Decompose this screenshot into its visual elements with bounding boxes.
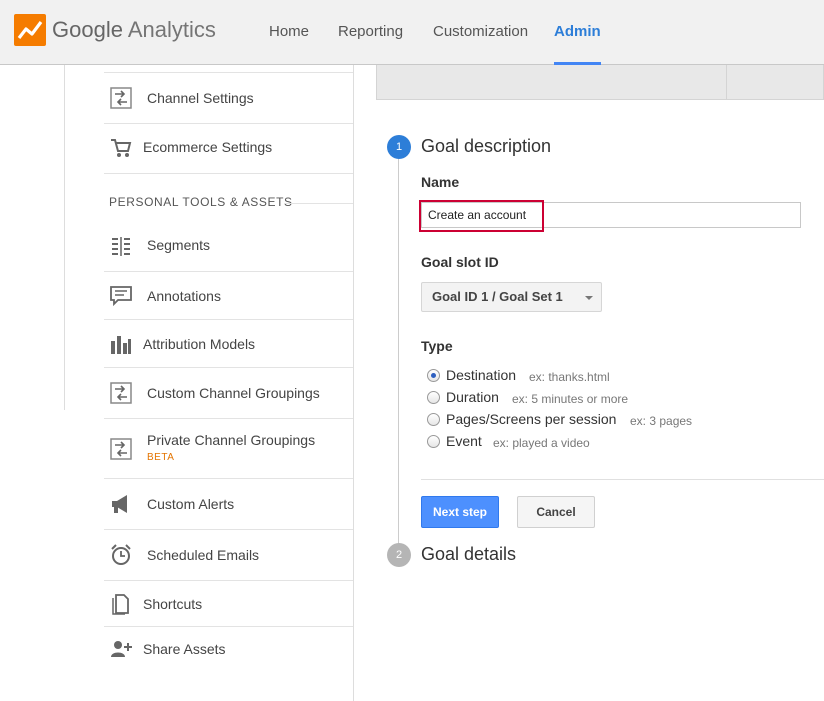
next-step-button[interactable]: Next step (421, 496, 499, 528)
sidebar-item-custom-alerts[interactable]: Custom Alerts (104, 479, 353, 530)
type-option-example: ex: 3 pages (630, 414, 693, 428)
sidebar-item-share-assets[interactable]: Share Assets (104, 627, 353, 673)
type-option-example: ex: played a video (493, 436, 590, 450)
sidebar-item-custom-channel-groupings[interactable]: Custom Channel Groupings (104, 368, 353, 419)
bar-chart-icon (111, 336, 131, 354)
type-option-example: ex: thanks.html (529, 370, 610, 384)
sidebar-item-label: Share Assets (143, 641, 226, 657)
step-2-indicator: 2 (387, 543, 411, 567)
sidebar-item-attribution-models[interactable]: Attribution Models (104, 320, 353, 368)
goal-slot-select[interactable]: Goal ID 1 / Goal Set 1 (421, 282, 602, 312)
divider (421, 479, 824, 480)
sidebar-item-label: Attribution Models (143, 336, 256, 352)
sidebar-item-label: Scheduled Emails (147, 547, 260, 563)
megaphone-icon (112, 495, 127, 513)
goal-slot-label: Goal slot ID (421, 254, 499, 270)
sidebar-divider (353, 65, 354, 701)
step-1-title: Goal description (421, 136, 552, 156)
beta-badge: BETA (147, 452, 175, 463)
sidebar-item-label: Annotations (147, 288, 221, 304)
radio-button-checked[interactable] (427, 369, 440, 382)
nav-customization[interactable]: Customization (433, 0, 528, 65)
segments-icon (112, 237, 130, 256)
gutter-divider (64, 65, 65, 410)
brand-analytics: Analytics (127, 17, 216, 42)
chevron-down-icon (585, 296, 593, 300)
sidebar-item-label: Custom Alerts (147, 496, 235, 512)
sidebar-item-label: Shortcuts (143, 596, 203, 612)
cart-icon (111, 139, 132, 157)
step-2-title: Goal details (421, 544, 517, 564)
document-icon (112, 594, 129, 615)
goal-name-input[interactable] (421, 202, 801, 228)
brand-name[interactable]: Google Analytics (52, 17, 216, 43)
top-panel-strip (376, 65, 824, 100)
cancel-button[interactable]: Cancel (517, 496, 595, 528)
sidebar-item-label: Private Channel Groupings (147, 432, 316, 448)
type-option-example: ex: 5 minutes or more (512, 392, 629, 406)
channel-groupings-icon (110, 382, 132, 404)
section-heading: PERSONAL TOOLS & ASSETS (109, 195, 293, 209)
nav-home[interactable]: Home (269, 0, 309, 65)
top-panel-separator (726, 65, 727, 100)
channel-settings-icon (110, 87, 132, 109)
add-user-icon (111, 641, 132, 657)
sidebar-item-label: Segments (147, 237, 211, 253)
sidebar-item-scheduled-emails[interactable]: Scheduled Emails (104, 530, 353, 581)
brand-google: Google (52, 17, 123, 42)
sidebar-item-label: Channel Settings (147, 90, 254, 106)
nav-reporting[interactable]: Reporting (338, 0, 403, 65)
sidebar-item-label: Custom Channel Groupings (147, 385, 320, 401)
top-bar: Google Analytics Home Reporting Customiz… (0, 0, 824, 65)
sidebar-item-private-channel-groupings[interactable]: Private Channel Groupings BETA (104, 419, 353, 479)
type-option-label: Destination (446, 367, 517, 383)
sidebar-item-annotations[interactable]: Annotations (104, 272, 353, 320)
step-connector (398, 158, 399, 548)
alarm-clock-icon (111, 544, 131, 565)
channel-groupings-icon (110, 438, 132, 460)
sidebar-item-channel-settings[interactable]: Channel Settings (104, 72, 353, 124)
type-label: Type (421, 338, 453, 354)
google-analytics-logo-icon (14, 14, 46, 46)
sidebar-item-ecommerce-settings[interactable]: Ecommerce Settings (104, 124, 353, 174)
annotations-icon (110, 286, 132, 307)
step-1-indicator: 1 (387, 135, 411, 159)
radio-button[interactable] (427, 435, 440, 448)
radio-button[interactable] (427, 391, 440, 404)
nav-admin[interactable]: Admin (554, 0, 601, 65)
sidebar-item-shortcuts[interactable]: Shortcuts (104, 581, 353, 627)
name-label: Name (421, 174, 460, 190)
type-option-label: Duration (446, 389, 499, 405)
type-option-label: Pages/Screens per session (446, 411, 617, 427)
goal-slot-value: Goal ID 1 / Goal Set 1 (432, 289, 563, 304)
sidebar-item-label: Ecommerce Settings (143, 139, 273, 155)
type-option-label: Event (446, 433, 482, 449)
sidebar-item-segments[interactable]: Segments (104, 222, 353, 272)
section-rule (284, 203, 353, 204)
radio-button[interactable] (427, 413, 440, 426)
